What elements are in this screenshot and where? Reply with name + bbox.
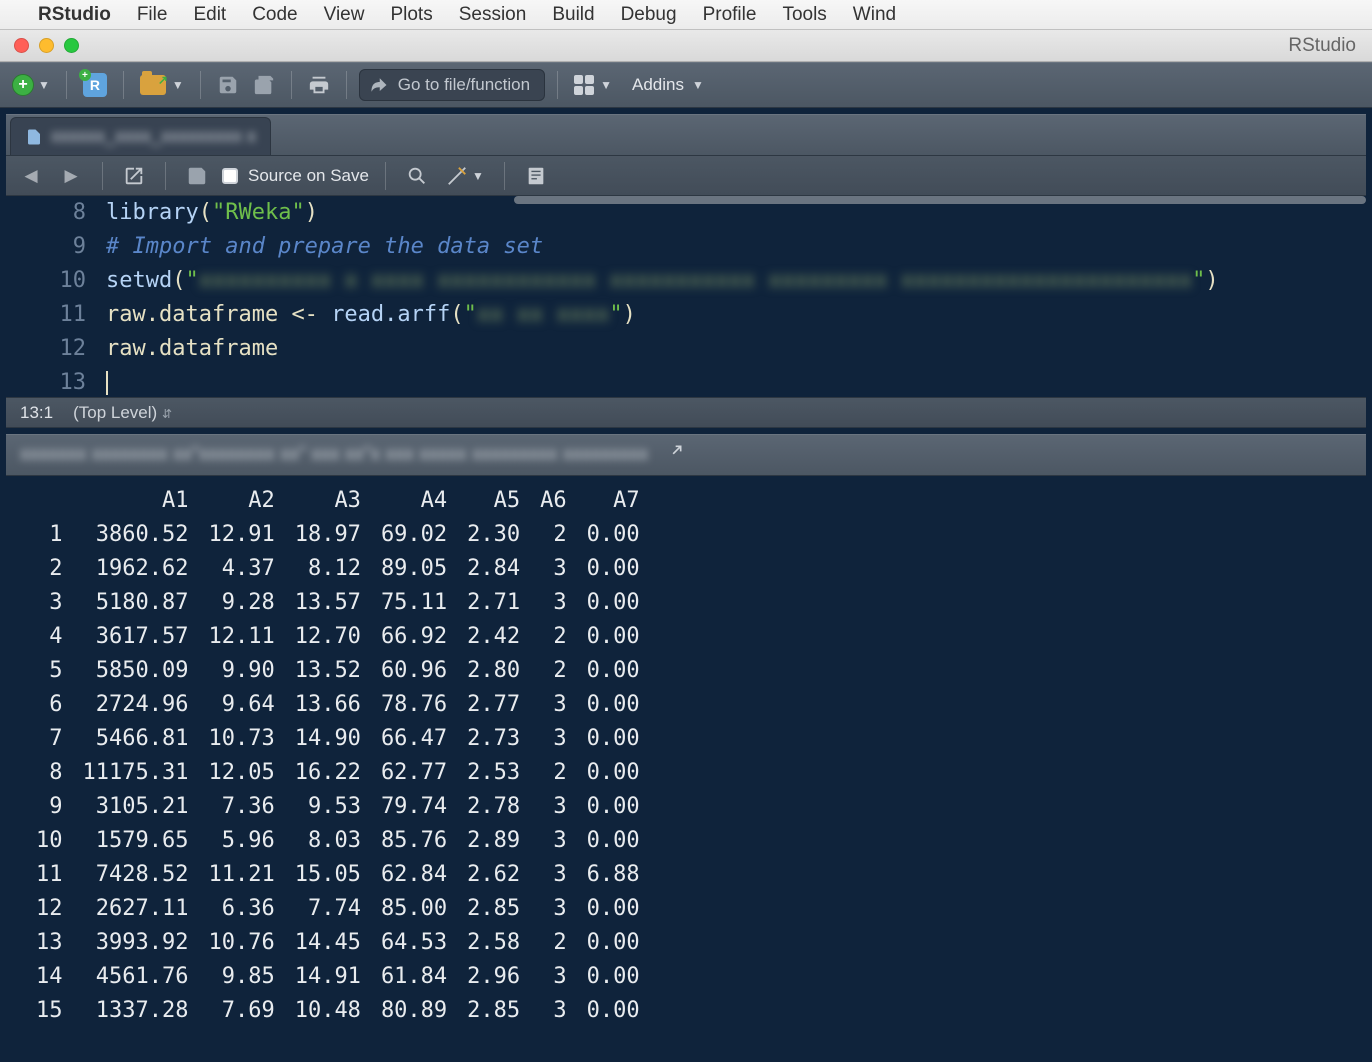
menu-plots[interactable]: Plots xyxy=(390,4,432,26)
menu-edit[interactable]: Edit xyxy=(193,4,226,26)
menu-tools[interactable]: Tools xyxy=(782,4,826,26)
new-file-button[interactable]: +▼ xyxy=(8,70,54,100)
separator xyxy=(346,71,347,99)
open-file-button[interactable]: ▼ xyxy=(136,70,188,100)
separator xyxy=(102,162,103,190)
console-header: xxxxxxx xxxxxxxx xx"xxxxxxxx xx" xxx xx"… xyxy=(6,434,1366,476)
compile-report-button[interactable] xyxy=(521,161,551,191)
menu-file[interactable]: File xyxy=(137,4,168,26)
menu-build[interactable]: Build xyxy=(552,4,594,26)
separator xyxy=(123,71,124,99)
menu-debug[interactable]: Debug xyxy=(621,4,677,26)
source-tab[interactable]: xxxxxx_xxxx_xxxxxxxxx x xyxy=(10,117,271,155)
window-zoom-button[interactable] xyxy=(64,38,79,53)
console-working-dir: xxxxxxx xxxxxxxx xx"xxxxxxxx xx" xxx xx"… xyxy=(20,444,648,466)
show-in-new-window-button[interactable] xyxy=(119,161,149,191)
editor-statusbar: 13:1 (Top Level) ⇵ xyxy=(6,398,1366,428)
editor-toolbar: ◀ ▶ Source on Save ▼ xyxy=(6,156,1366,196)
new-project-button[interactable]: R xyxy=(79,70,111,100)
menu-app[interactable]: RStudio xyxy=(38,4,111,26)
window-close-button[interactable] xyxy=(14,38,29,53)
file-icon xyxy=(25,128,43,146)
separator xyxy=(200,71,201,99)
source-on-save-checkbox[interactable] xyxy=(222,168,238,184)
console-output[interactable]: A1A2A3A4A5A6A713860.5212.9118.9769.022.3… xyxy=(6,476,1366,1028)
code-tools-button[interactable]: ▼ xyxy=(442,161,488,191)
menu-session[interactable]: Session xyxy=(459,4,527,26)
save-source-button[interactable] xyxy=(182,161,212,191)
find-button[interactable] xyxy=(402,161,432,191)
separator xyxy=(385,162,386,190)
mac-menubar: RStudio File Edit Code View Plots Sessio… xyxy=(0,0,1372,30)
source-tabbar: xxxxxx_xxxx_xxxxxxxxx x xyxy=(6,114,1366,156)
menu-window[interactable]: Wind xyxy=(853,4,896,26)
nav-forward-button[interactable]: ▶ xyxy=(56,161,86,191)
tab-filename: xxxxxx_xxxx_xxxxxxxxx x xyxy=(51,126,256,147)
scope-selector[interactable]: (Top Level) ⇵ xyxy=(73,403,172,423)
source-on-save-label: Source on Save xyxy=(248,166,369,186)
separator xyxy=(504,162,505,190)
popout-icon[interactable] xyxy=(664,443,684,468)
menu-profile[interactable]: Profile xyxy=(703,4,757,26)
goto-placeholder: Go to file/function xyxy=(398,75,530,95)
save-button[interactable] xyxy=(213,70,243,100)
menu-code[interactable]: Code xyxy=(252,4,297,26)
menu-view[interactable]: View xyxy=(324,4,365,26)
print-button[interactable] xyxy=(304,70,334,100)
window-minimize-button[interactable] xyxy=(39,38,54,53)
line-gutter: 8910111213 xyxy=(6,196,96,398)
separator xyxy=(66,71,67,99)
addins-menu[interactable]: Addins ▼ xyxy=(622,75,714,95)
source-editor[interactable]: 8910111213 library("RWeka")# Import and … xyxy=(6,196,1366,398)
cursor-position: 13:1 xyxy=(20,403,53,423)
dataframe-table: A1A2A3A4A5A6A713860.5212.9118.9769.022.3… xyxy=(26,484,650,1028)
window-titlebar: RStudio xyxy=(0,30,1372,62)
horizontal-scrollbar[interactable] xyxy=(514,196,1366,204)
addins-label: Addins xyxy=(632,75,684,95)
panes-button[interactable]: ▼ xyxy=(570,70,616,100)
goto-file-function[interactable]: Go to file/function xyxy=(359,69,545,101)
separator xyxy=(557,71,558,99)
nav-back-button[interactable]: ◀ xyxy=(16,161,46,191)
separator xyxy=(291,71,292,99)
window-title: RStudio xyxy=(1288,35,1362,57)
separator xyxy=(165,162,166,190)
save-all-button[interactable] xyxy=(249,70,279,100)
main-toolbar: +▼ R ▼ Go to file/function ▼ Addins ▼ xyxy=(0,62,1372,108)
